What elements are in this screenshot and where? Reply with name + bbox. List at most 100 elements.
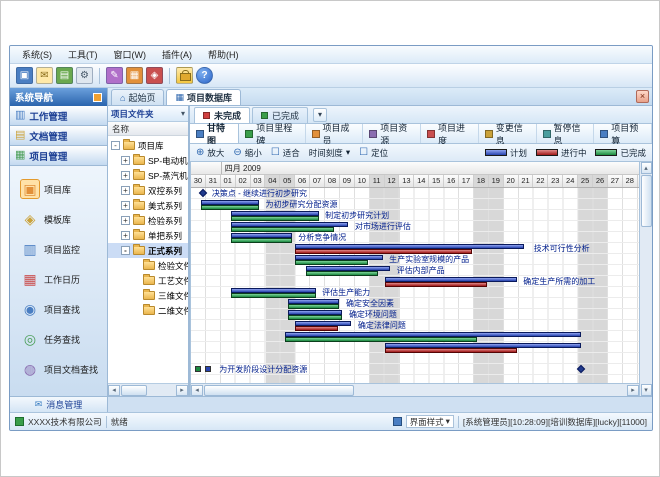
tree-horizontal-scrollbar[interactable]: ◂ ▸ <box>108 383 188 396</box>
tree-item[interactable]: 工艺文件 <box>108 273 188 288</box>
plugin-icon[interactable]: ◈ <box>146 67 163 84</box>
scroll-down-icon[interactable]: ▾ <box>641 384 652 396</box>
gantt-bar-done[interactable] <box>295 260 368 265</box>
day-cell: 23 <box>548 175 563 187</box>
sidebar-item-project-monitor[interactable]: ▥项目监控 <box>10 234 107 264</box>
gantt-bar-done[interactable] <box>231 238 292 243</box>
gantt-bar-progress[interactable] <box>295 326 338 331</box>
sidebar-item-work-calendar[interactable]: ▦工作日历 <box>10 264 107 294</box>
menu-tools[interactable]: 工具(T) <box>60 46 106 63</box>
gantt-horizontal-scrollbar[interactable]: ◂ ▸ <box>191 383 639 396</box>
gantt-bar-progress[interactable] <box>385 282 487 287</box>
gantt-hscroll-thumb[interactable] <box>204 385 354 396</box>
task-mark[interactable] <box>205 366 211 372</box>
fit-button[interactable]: ☐适合 <box>271 147 300 159</box>
system-icon[interactable]: ▣ <box>16 67 33 84</box>
tree-item[interactable]: +双控系列 <box>108 183 188 198</box>
gantt-bar-done[interactable] <box>201 205 259 210</box>
tab-message-management[interactable]: ✉ 消息管理 <box>10 397 108 412</box>
tree-item[interactable]: -正式系列 <box>108 243 188 258</box>
sidebar-item-task-search[interactable]: ◎任务查找 <box>10 324 107 354</box>
tab-project-database[interactable]: ▦项目数据库 <box>166 89 241 105</box>
view-tab-gantt[interactable]: 甘特图 <box>190 124 239 143</box>
scroll-up-icon[interactable]: ▴ <box>641 162 652 174</box>
scroll-right-icon[interactable]: ▸ <box>176 385 188 396</box>
gantt-bar-done[interactable] <box>288 315 343 320</box>
menu-window[interactable]: 窗口(W) <box>106 46 155 63</box>
expand-icon[interactable]: + <box>121 171 130 180</box>
collapse-icon[interactable]: - <box>121 246 130 255</box>
sidebar-item-project-doc-search[interactable]: ◍项目文档查找 <box>10 354 107 384</box>
tree-item[interactable]: 二维文件 <box>108 303 188 318</box>
scroll-right-icon[interactable]: ▸ <box>627 385 639 396</box>
gantt-bar-done[interactable] <box>231 216 318 221</box>
chevron-down-icon[interactable]: ▾ <box>181 109 185 118</box>
settings-icon[interactable]: ⚙ <box>76 67 93 84</box>
gantt-bar-done[interactable] <box>306 271 379 276</box>
view-tab-members[interactable]: 项目成员 <box>306 124 364 143</box>
expand-icon[interactable]: + <box>121 201 130 210</box>
view-tab-label: 暂停信息 <box>554 121 588 147</box>
tree-scroll-thumb[interactable] <box>121 385 147 396</box>
gantt-bar-progress[interactable] <box>295 249 472 254</box>
tree-scroll-track[interactable] <box>120 385 176 396</box>
gantt-vertical-scrollbar[interactable]: ▴ ▾ <box>639 162 652 396</box>
expand-icon[interactable]: + <box>121 156 130 165</box>
gantt-bar-done[interactable] <box>231 293 315 298</box>
tree-item[interactable]: +单把系列 <box>108 228 188 243</box>
gantt-bar-done[interactable] <box>288 304 340 309</box>
sidebar-item-project-library[interactable]: ▣项目库 <box>10 174 107 204</box>
edit-icon[interactable]: ✎ <box>106 67 123 84</box>
sidebar-group-work-management[interactable]: ▥工作管理 <box>10 106 107 126</box>
scroll-left-icon[interactable]: ◂ <box>108 385 120 396</box>
tree-column-header[interactable]: 名称 <box>108 122 188 136</box>
gantt-vscroll-track[interactable] <box>641 174 652 384</box>
project-folder-header[interactable]: 项目文件夹 ▾ <box>108 106 188 122</box>
gantt-bar-progress[interactable] <box>385 348 517 353</box>
tree-item[interactable]: +美式系列 <box>108 198 188 213</box>
sidebar-item-template-library[interactable]: ◈模板库 <box>10 204 107 234</box>
expand-icon[interactable]: + <box>121 231 130 240</box>
view-tab-milestones[interactable]: 项目里程碑 <box>239 124 305 143</box>
milestone-diamond[interactable] <box>199 189 207 197</box>
tree-item[interactable]: +SP-电动机系列 <box>108 153 188 168</box>
time-scale-button[interactable]: 时间刻度▾ <box>309 147 350 159</box>
collapse-icon[interactable]: - <box>111 141 120 150</box>
scroll-left-icon[interactable]: ◂ <box>191 385 203 396</box>
grid-icon[interactable]: ▤ <box>56 67 73 84</box>
expand-icon[interactable]: + <box>121 216 130 225</box>
lock-icon[interactable] <box>176 67 193 84</box>
gantt-bar-done[interactable] <box>231 227 333 232</box>
zoom-out-button[interactable]: ⊖缩小 <box>233 147 261 159</box>
help-icon[interactable]: ? <box>196 67 213 84</box>
tree-item[interactable]: 检验文件 <box>108 258 188 273</box>
zoom-in-button[interactable]: ⊕放大 <box>196 147 224 159</box>
sidebar-options-icon[interactable] <box>93 93 102 102</box>
tree-item[interactable]: -项目库 <box>108 138 188 153</box>
style-selector[interactable]: 界面样式 ▾ <box>406 415 454 428</box>
gantt-vscroll-thumb[interactable] <box>641 175 652 227</box>
chart-icon[interactable]: ▦ <box>126 67 143 84</box>
sidebar-group-document-management[interactable]: ▤文档管理 <box>10 126 107 146</box>
sidebar-item-project-search[interactable]: ◉项目查找 <box>10 294 107 324</box>
view-tab-progress[interactable]: 项目进度 <box>421 124 479 143</box>
view-tab-budget[interactable]: 项目预算 <box>594 124 652 143</box>
mail-icon[interactable]: ✉ <box>36 67 53 84</box>
menu-plugins[interactable]: 插件(A) <box>154 46 200 63</box>
menu-system[interactable]: 系统(S) <box>14 46 60 63</box>
view-tab-pauses[interactable]: 暂停信息 <box>537 124 595 143</box>
menu-help[interactable]: 帮助(H) <box>200 46 247 63</box>
gantt-bar-done[interactable] <box>285 337 477 342</box>
tree-item[interactable]: +检验系列 <box>108 213 188 228</box>
locate-button[interactable]: ☐定位 <box>359 147 388 159</box>
close-tab-icon[interactable]: × <box>636 90 649 103</box>
view-tab-resources[interactable]: 项目资源 <box>363 124 421 143</box>
sidebar-group-project-management[interactable]: ▦项目管理 <box>10 146 107 166</box>
tree-item[interactable]: 三维文件 <box>108 288 188 303</box>
gantt-hscroll-track[interactable] <box>203 385 627 396</box>
view-tab-changes[interactable]: 变更信息 <box>479 124 537 143</box>
task-mark[interactable] <box>195 366 201 372</box>
expand-icon[interactable]: + <box>121 186 130 195</box>
tab-start-page[interactable]: ⌂起始页 <box>111 89 164 105</box>
tree-item[interactable]: +SP-蒸汽机系列 <box>108 168 188 183</box>
